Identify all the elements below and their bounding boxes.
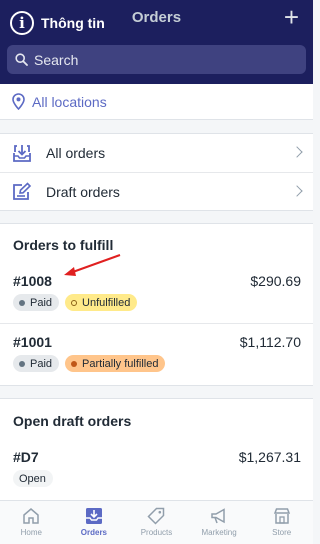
open-draft-orders-section: Open draft orders #D7 $1,267.31 Open: [0, 398, 313, 500]
order-id: #1008: [13, 273, 52, 289]
payment-status: Paid: [30, 296, 53, 309]
menu-item-draft-orders[interactable]: Draft orders: [0, 172, 313, 210]
menu-item-label: All orders: [46, 145, 106, 161]
status-dot-icon: [71, 299, 78, 306]
order-row[interactable]: #1001 $1,112.70 Paid Partially fulfilled: [0, 334, 313, 394]
top-header: i Thông tin Orders +: [0, 0, 313, 84]
fulfillment-badge: Unfulfilled: [65, 294, 138, 311]
bottom-tab-bar: Home Orders Products Marketing Store: [0, 500, 313, 544]
chevron-right-icon: [291, 146, 303, 158]
order-id: #D7: [13, 449, 39, 465]
status-dot-icon: [71, 360, 78, 367]
tab-label: Store: [272, 528, 292, 537]
status-dot-icon: [19, 360, 25, 367]
status-dot-icon: [19, 299, 25, 306]
payment-badge: Paid: [13, 294, 60, 311]
tab-home[interactable]: Home: [0, 501, 63, 544]
menu-item-all-orders[interactable]: All orders: [0, 134, 313, 172]
store-icon: [273, 508, 290, 524]
tab-store[interactable]: Store: [250, 501, 313, 544]
search-icon: [15, 53, 28, 66]
megaphone-icon: [211, 508, 225, 524]
page-title: Orders: [131, 9, 182, 26]
tag-icon: [147, 507, 165, 525]
tab-label: Products: [140, 528, 173, 537]
inbox-download-icon: [13, 144, 31, 162]
home-icon: [23, 508, 40, 524]
fulfillment-status: Unfulfilled: [82, 296, 131, 309]
payment-status: Paid: [30, 357, 53, 370]
tab-label: Home: [20, 528, 42, 537]
section-title: Orders to fulfill: [13, 237, 114, 253]
fulfillment-badge: Partially fulfilled: [65, 355, 166, 372]
tab-orders[interactable]: Orders: [63, 501, 126, 544]
order-amount: $1,267.31: [238, 449, 301, 465]
order-amount: $1,112.70: [239, 334, 301, 350]
divider: [0, 323, 313, 324]
location-selector[interactable]: All locations: [0, 84, 313, 120]
location-label: All locations: [32, 93, 107, 110]
orders-to-fulfill-section: Orders to fulfill #1008 $290.69 Paid Unf…: [0, 223, 313, 386]
edit-document-icon: [13, 182, 32, 200]
order-amount: $290.69: [250, 273, 301, 289]
menu-item-label: Draft orders: [46, 183, 120, 200]
payment-badge: Paid: [13, 355, 60, 372]
annotation-arrow-icon: [64, 254, 121, 276]
chevron-right-icon: [291, 184, 303, 197]
plus-icon[interactable]: +: [284, 4, 299, 30]
location-pin-icon: [12, 93, 25, 110]
tab-products[interactable]: Products: [125, 501, 188, 544]
tab-marketing[interactable]: Marketing: [188, 501, 251, 544]
orders-icon: [85, 508, 102, 524]
draft-status-badge: Open: [13, 470, 53, 487]
order-row[interactable]: #1008 $290.69 Paid Unfulfilled: [0, 273, 313, 333]
tab-label: Orders: [80, 528, 107, 537]
fulfillment-status: Partially fulfilled: [82, 357, 159, 370]
search-bar[interactable]: [7, 45, 306, 74]
draft-status: Open: [19, 472, 46, 485]
tab-label: Marketing: [201, 528, 237, 537]
orders-menu: All orders Draft orders: [0, 133, 313, 211]
order-id: #1001: [13, 334, 52, 350]
search-input[interactable]: [34, 51, 294, 68]
section-title: Open draft orders: [13, 413, 132, 429]
